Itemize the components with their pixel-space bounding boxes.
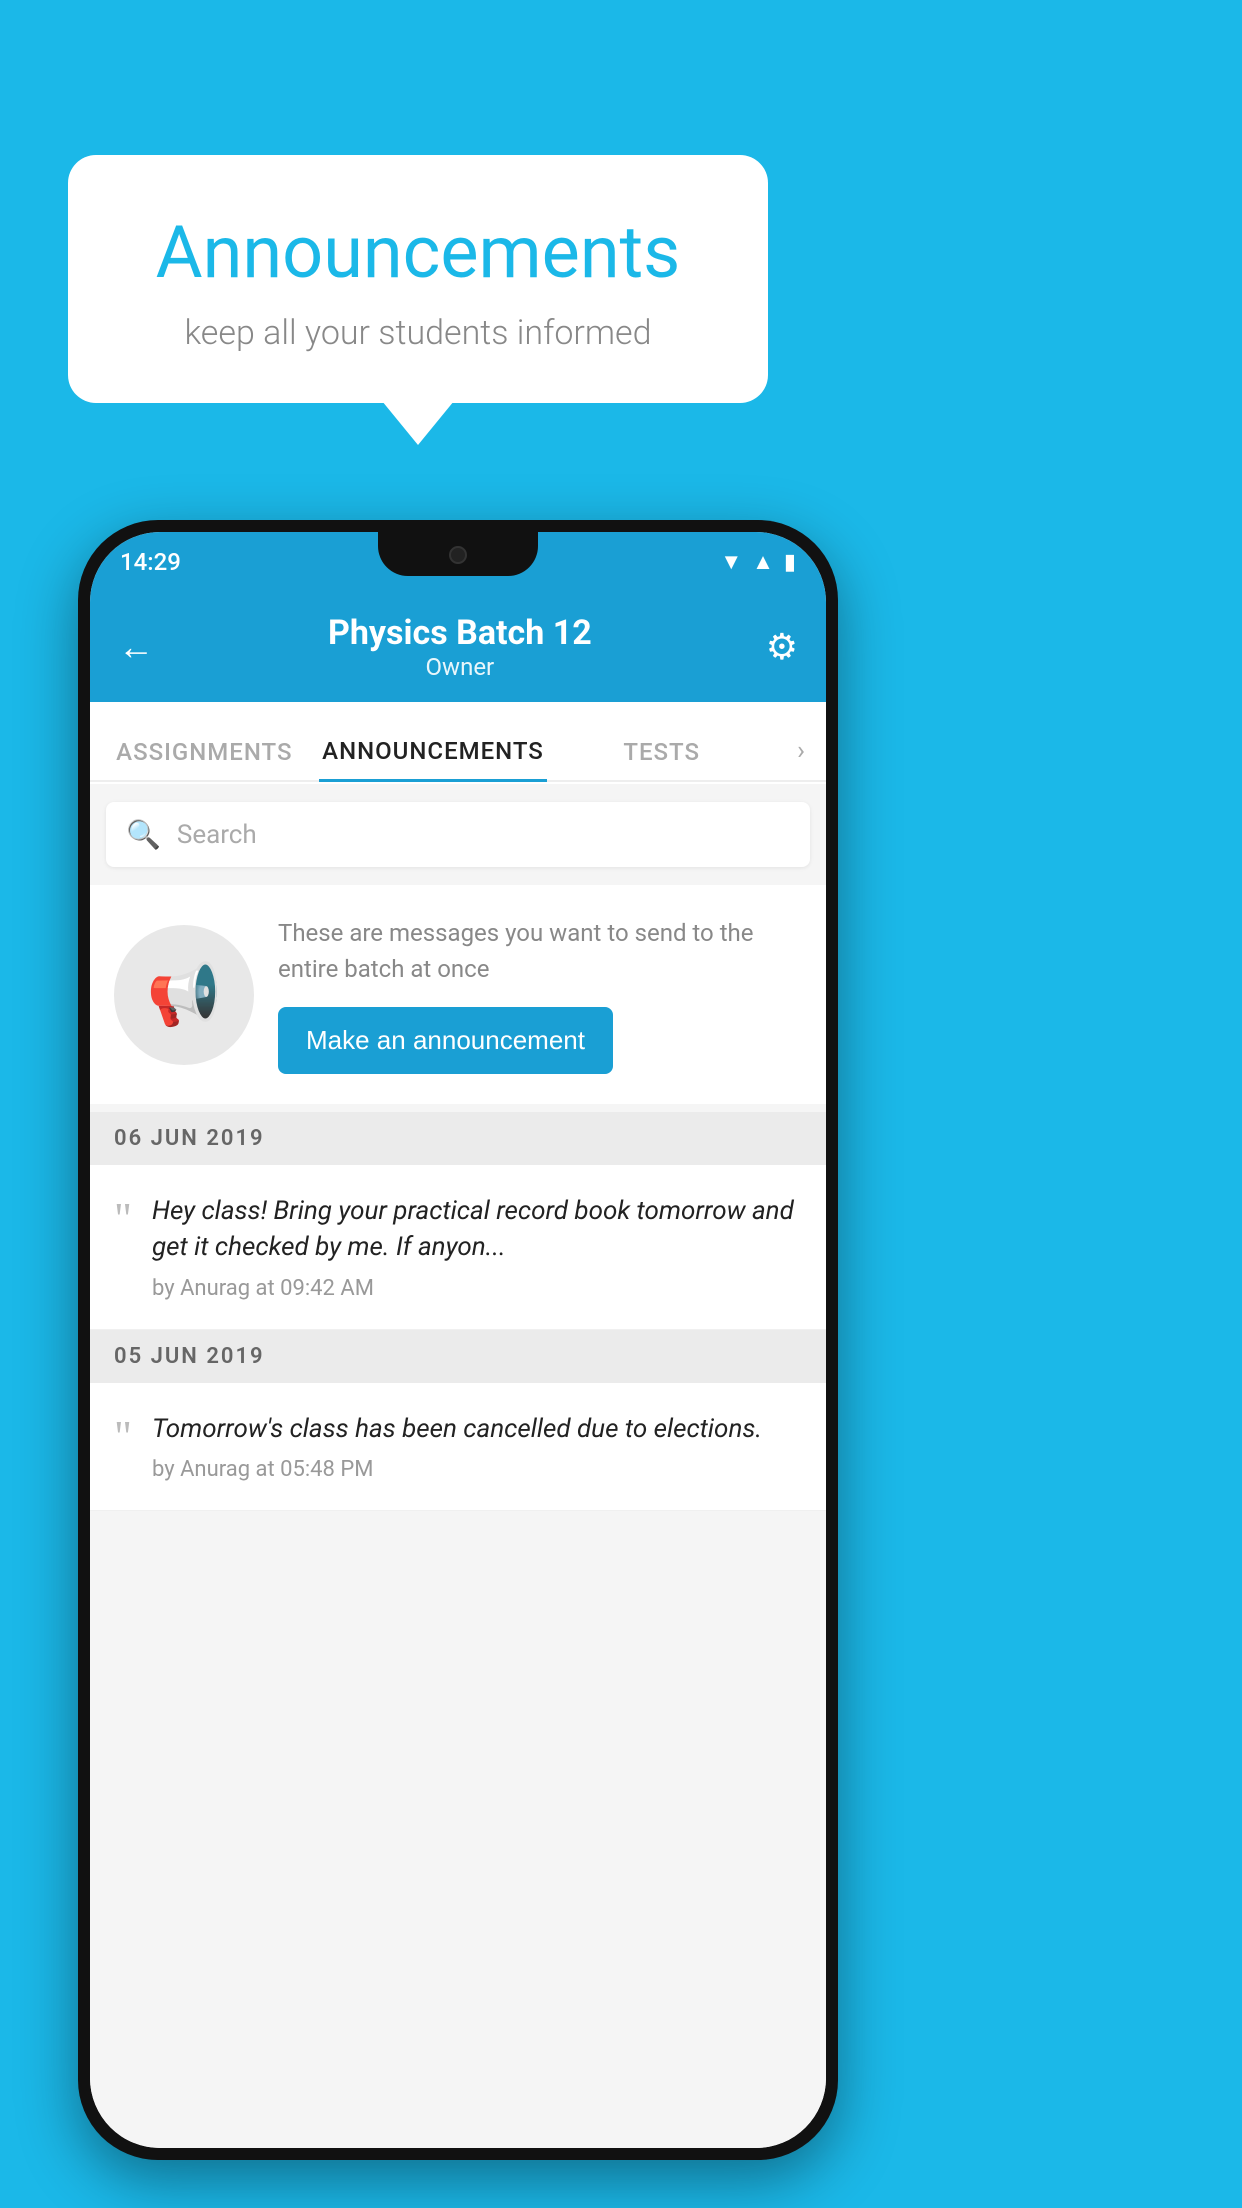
promo-icon-circle: 📢: [114, 925, 254, 1065]
announcement-message-1: Hey class! Bring your practical record b…: [152, 1193, 802, 1266]
camera-dot: [449, 546, 467, 564]
content-area: 🔍 Search 📢 These are messages you want t…: [90, 784, 826, 2148]
promo-card: 📢 These are messages you want to send to…: [90, 885, 826, 1104]
announcement-meta-1: by Anurag at 09:42 AM: [152, 1276, 802, 1301]
speech-bubble-container: Announcements keep all your students inf…: [68, 155, 768, 403]
tabs: ASSIGNMENTS ANNOUNCEMENTS TESTS ›: [90, 702, 826, 782]
promo-description: These are messages you want to send to t…: [278, 915, 802, 987]
status-time: 14:29: [120, 548, 181, 576]
quote-icon-1: ": [114, 1197, 132, 1241]
tab-more[interactable]: ›: [776, 736, 826, 780]
search-icon: 🔍: [126, 818, 161, 851]
app-bar-center: Physics Batch 12 Owner: [154, 613, 766, 681]
app-bar-subtitle: Owner: [154, 653, 766, 681]
tab-tests[interactable]: TESTS: [547, 738, 776, 780]
promo-content: These are messages you want to send to t…: [278, 915, 802, 1074]
megaphone-icon: 📢: [147, 959, 222, 1030]
notch: [378, 532, 538, 576]
announcement-text-2: Tomorrow's class has been cancelled due …: [152, 1411, 802, 1482]
announcement-message-2: Tomorrow's class has been cancelled due …: [152, 1411, 802, 1447]
signal-icon: ▲: [752, 549, 774, 575]
phone-inner: 14:29 ▼ ▲ ▮ ← Physics Batch 12 Owner ⚙ A…: [90, 532, 826, 2148]
wifi-icon: ▼: [720, 549, 742, 575]
tab-assignments[interactable]: ASSIGNMENTS: [90, 738, 319, 780]
speech-bubble-subtitle: keep all your students informed: [128, 313, 708, 353]
phone-frame: 14:29 ▼ ▲ ▮ ← Physics Batch 12 Owner ⚙ A…: [78, 520, 838, 2160]
search-placeholder: Search: [177, 820, 257, 850]
tab-announcements[interactable]: ANNOUNCEMENTS: [319, 737, 548, 782]
announcement-item-2[interactable]: " Tomorrow's class has been cancelled du…: [90, 1383, 826, 1511]
announcement-meta-2: by Anurag at 05:48 PM: [152, 1457, 802, 1482]
quote-icon-2: ": [114, 1415, 132, 1459]
date-separator-1: 06 JUN 2019: [90, 1112, 826, 1165]
app-bar: ← Physics Batch 12 Owner ⚙: [90, 592, 826, 702]
status-icons: ▼ ▲ ▮: [720, 549, 796, 575]
date-separator-2: 05 JUN 2019: [90, 1330, 826, 1383]
make-announcement-button[interactable]: Make an announcement: [278, 1007, 613, 1074]
announcement-text-1: Hey class! Bring your practical record b…: [152, 1193, 802, 1301]
speech-bubble: Announcements keep all your students inf…: [68, 155, 768, 403]
announcement-item-1[interactable]: " Hey class! Bring your practical record…: [90, 1165, 826, 1330]
app-bar-title: Physics Batch 12: [154, 613, 766, 653]
battery-icon: ▮: [784, 550, 796, 575]
settings-icon[interactable]: ⚙: [766, 626, 798, 668]
speech-bubble-title: Announcements: [128, 210, 708, 295]
back-button[interactable]: ←: [118, 626, 154, 668]
search-bar[interactable]: 🔍 Search: [106, 802, 810, 867]
